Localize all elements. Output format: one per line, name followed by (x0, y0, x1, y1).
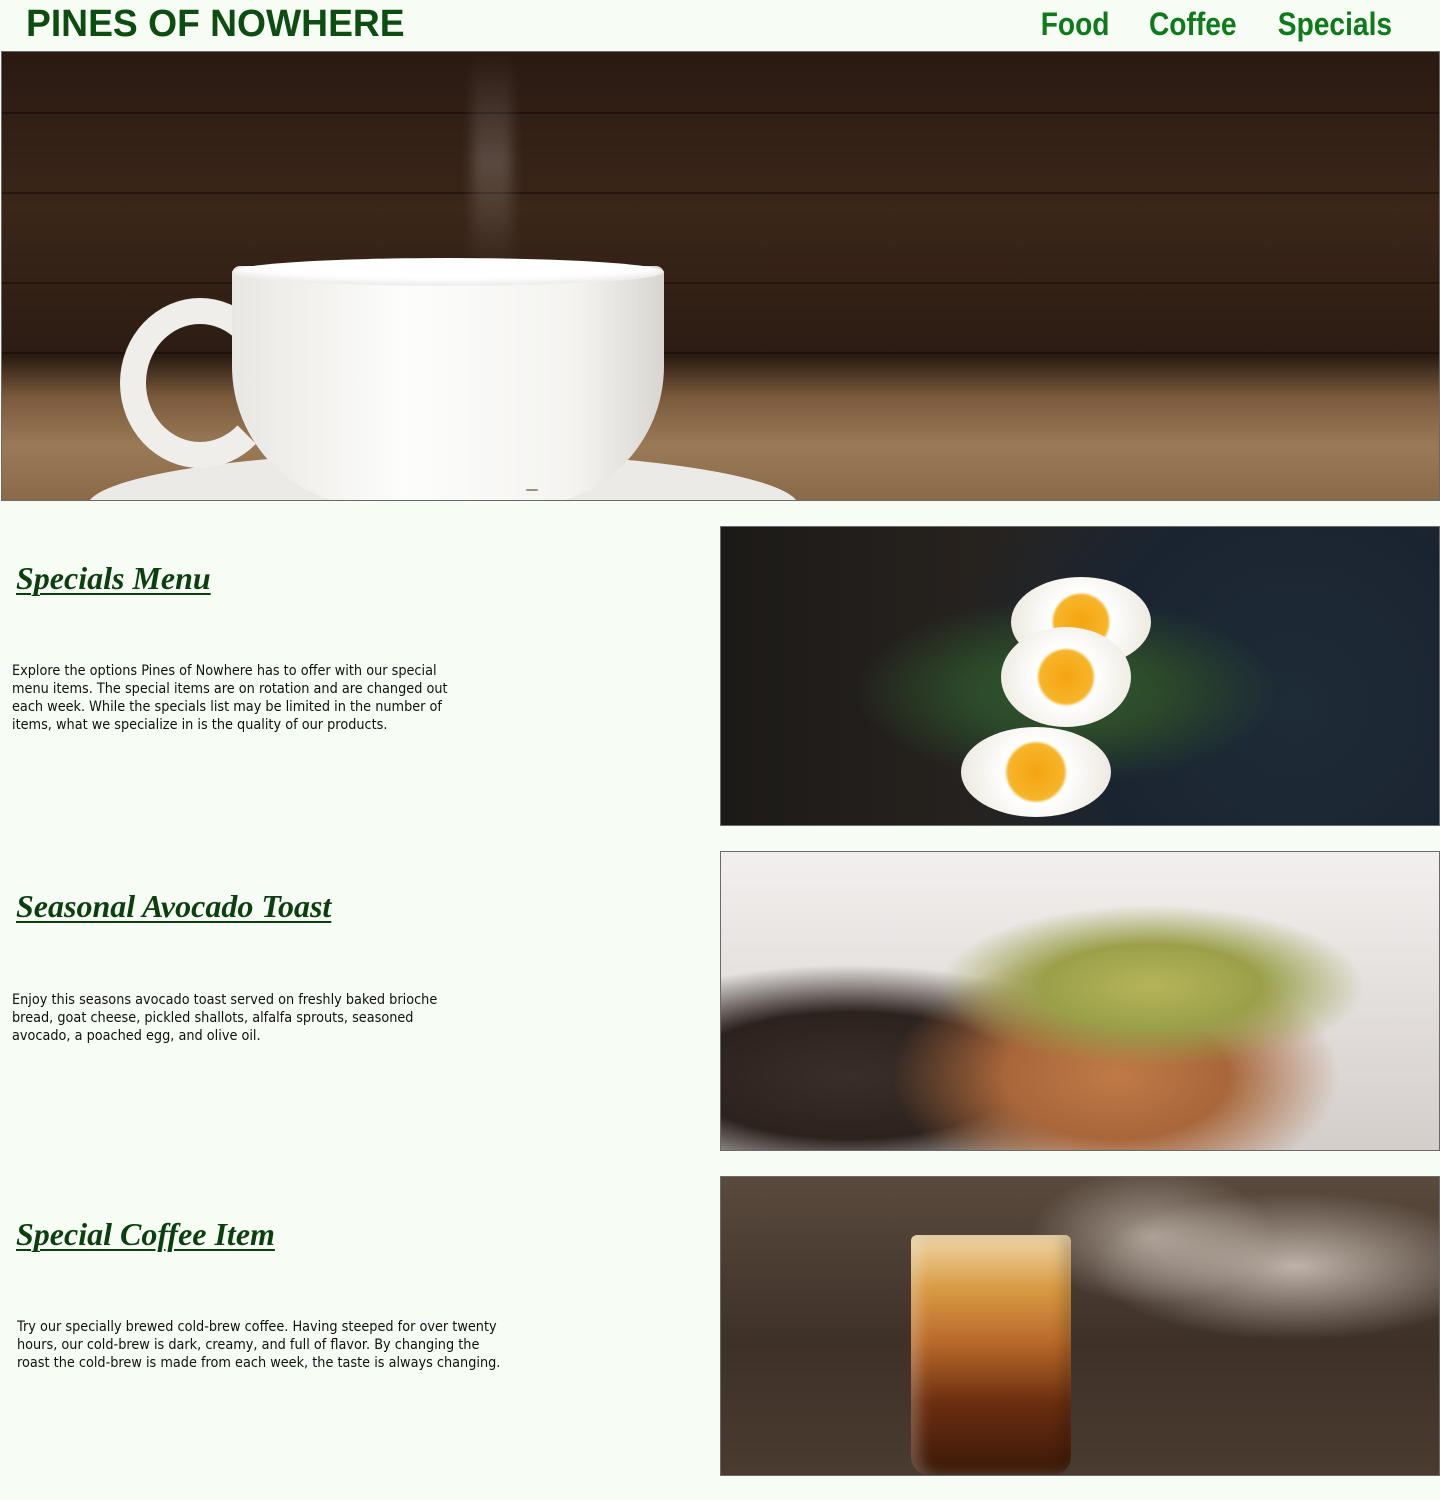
section-title: Specials Menu (16, 560, 211, 596)
special-coffee-item-section: Special Coffee Item Try our specially br… (0, 1175, 1440, 1476)
eggs-avocado-toast-image (720, 526, 1440, 826)
nav-link-food[interactable]: Food (1041, 4, 1110, 44)
avocado-toast-image (720, 851, 1440, 1151)
specials-menu-section: Specials Menu Explore the options Pines … (0, 525, 1440, 826)
main-nav: Food Coffee Specials (1036, 4, 1400, 44)
site-header: PINES OF NOWHERE Food Coffee Specials (0, 0, 1440, 50)
section-title: Special Coffee Item (16, 1216, 275, 1252)
hero-coffee-cup-image (1, 51, 1440, 501)
nav-link-specials[interactable]: Specials (1278, 4, 1392, 44)
section-title: Seasonal Avocado Toast (16, 888, 332, 924)
brand-logo[interactable]: PINES OF NOWHERE (26, 2, 405, 46)
section-description: Enjoy this seasons avocado toast served … (12, 992, 438, 1044)
section-description: Try our specially brewed cold-brew coffe… (17, 1319, 501, 1371)
seasonal-avocado-toast-section: Seasonal Avocado Toast Enjoy this season… (0, 850, 1440, 1151)
nav-link-coffee[interactable]: Coffee (1149, 4, 1237, 44)
iced-cold-brew-image (720, 1176, 1440, 1476)
section-description: Explore the options Pines of Nowhere has… (12, 663, 448, 733)
